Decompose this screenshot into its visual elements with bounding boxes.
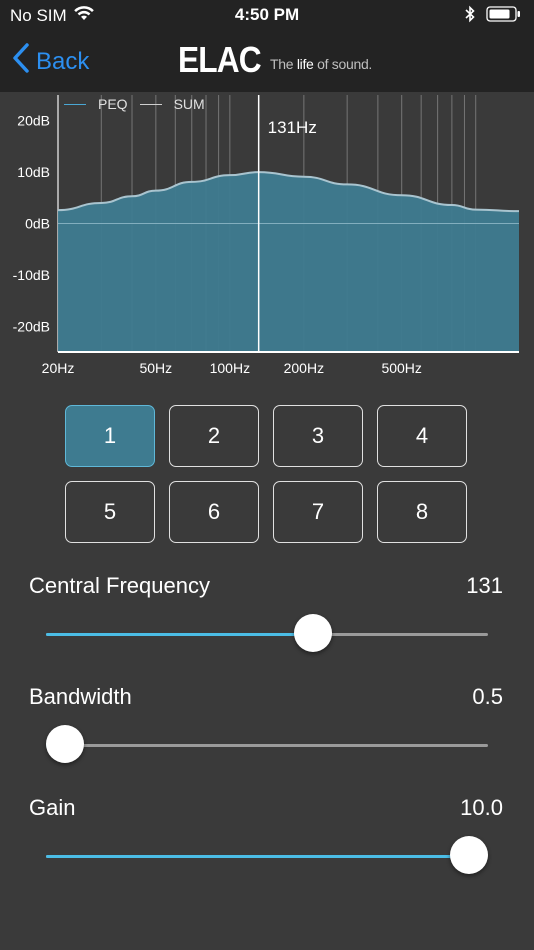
band-button-3[interactable]: 3	[273, 405, 363, 467]
y-tick-label: 10dB	[17, 164, 50, 180]
x-tick-label: 500Hz	[381, 360, 421, 376]
band-button-5[interactable]: 5	[65, 481, 155, 543]
nav-bar: Back ELAC The life of sound.	[0, 30, 534, 92]
band-button-6[interactable]: 6	[169, 481, 259, 543]
y-tick-label: -20dB	[13, 318, 50, 334]
battery-icon	[486, 6, 522, 27]
bandwidth-label: Bandwidth	[29, 684, 132, 709]
bandwidth-value: 0.5	[472, 684, 503, 709]
peq-legend-swatch	[64, 103, 86, 105]
eq-chart[interactable]: 20dB 10dB 0dB -10dB -20dB 20Hz 50Hz 100Hz 200Hz 5…	[0, 92, 534, 382]
status-right	[464, 5, 522, 28]
peq-legend-label: PEQ	[98, 96, 128, 112]
gain-value: 10.0	[460, 795, 503, 820]
sum-legend-swatch	[139, 103, 162, 105]
tagline-suffix: of sound.	[313, 56, 373, 72]
central-frequency-label: Central Frequency	[29, 573, 210, 598]
slider-thumb[interactable]	[46, 725, 84, 763]
bandwidth-slider[interactable]	[46, 725, 488, 765]
sum-legend-label: SUM	[173, 96, 205, 112]
slider-fill	[46, 855, 469, 858]
back-label: Back	[36, 47, 90, 75]
central-frequency-value: 131	[466, 573, 503, 598]
gain-slider[interactable]	[46, 836, 488, 876]
x-tick-label: 200Hz	[284, 360, 324, 376]
central-frequency-slider[interactable]	[46, 614, 488, 654]
y-tick-label: 0dB	[25, 216, 50, 232]
peq-area	[58, 172, 519, 352]
x-tick-label: 20Hz	[42, 360, 75, 376]
band-button-4[interactable]: 4	[377, 405, 467, 467]
bluetooth-icon	[464, 5, 476, 28]
status-time: 4:50 PM	[234, 5, 300, 24]
logo-wordmark: ELAC	[178, 39, 262, 80]
slider-track	[46, 744, 488, 747]
gain-label: Gain	[29, 795, 76, 820]
marker-label: 131Hz	[268, 118, 317, 137]
band-button-2[interactable]: 2	[169, 405, 259, 467]
slider-fill	[46, 633, 314, 636]
tagline-bold: life	[296, 56, 314, 72]
x-tick-label: 100Hz	[210, 360, 250, 376]
chart-legend: PEQ SUM	[64, 96, 205, 112]
slider-thumb[interactable]	[449, 836, 488, 874]
chevron-left-icon	[12, 43, 30, 80]
y-tick-label: 20dB	[17, 113, 50, 129]
status-bar: No SIM 4:50 PM	[0, 0, 534, 30]
x-tick-label: 50Hz	[139, 360, 172, 376]
band-button-8[interactable]: 8	[377, 481, 467, 543]
elac-logo: ELAC The life of sound.	[178, 42, 372, 78]
slider-thumb[interactable]	[294, 614, 333, 652]
back-button[interactable]: Back	[12, 43, 89, 80]
y-tick-label: -10dB	[13, 267, 50, 283]
band-button-1[interactable]: 1	[65, 405, 155, 467]
tagline-prefix: The	[270, 56, 297, 72]
band-button-7[interactable]: 7	[273, 481, 363, 543]
logo-tagline: The life of sound.	[270, 56, 372, 72]
